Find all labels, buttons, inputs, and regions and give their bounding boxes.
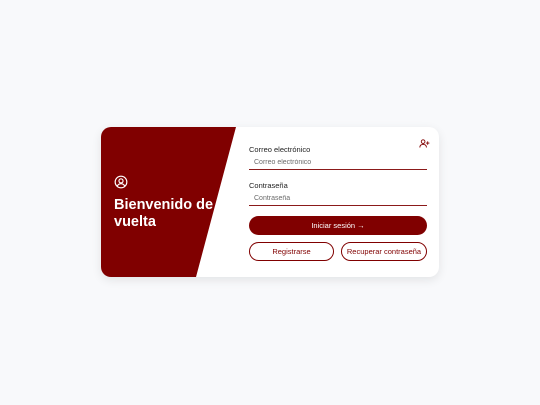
login-form: Correo electrónico Contraseña Iniciar se… (249, 127, 430, 277)
recover-password-button[interactable]: Recuperar contraseña (341, 242, 427, 261)
register-button[interactable]: Registrarse (249, 242, 334, 261)
password-label: Contraseña (249, 181, 288, 190)
login-card: Bienvenido de vuelta Correo electrónico … (101, 127, 439, 277)
login-button[interactable]: Iniciar sesión → (249, 216, 427, 235)
user-circle-icon (114, 175, 128, 189)
welcome-panel: Bienvenido de vuelta (101, 127, 236, 277)
password-input[interactable] (249, 191, 427, 206)
email-input[interactable] (249, 155, 427, 170)
welcome-title: Bienvenido de vuelta (114, 197, 214, 230)
email-label: Correo electrónico (249, 145, 311, 154)
add-user-icon[interactable] (419, 138, 430, 149)
